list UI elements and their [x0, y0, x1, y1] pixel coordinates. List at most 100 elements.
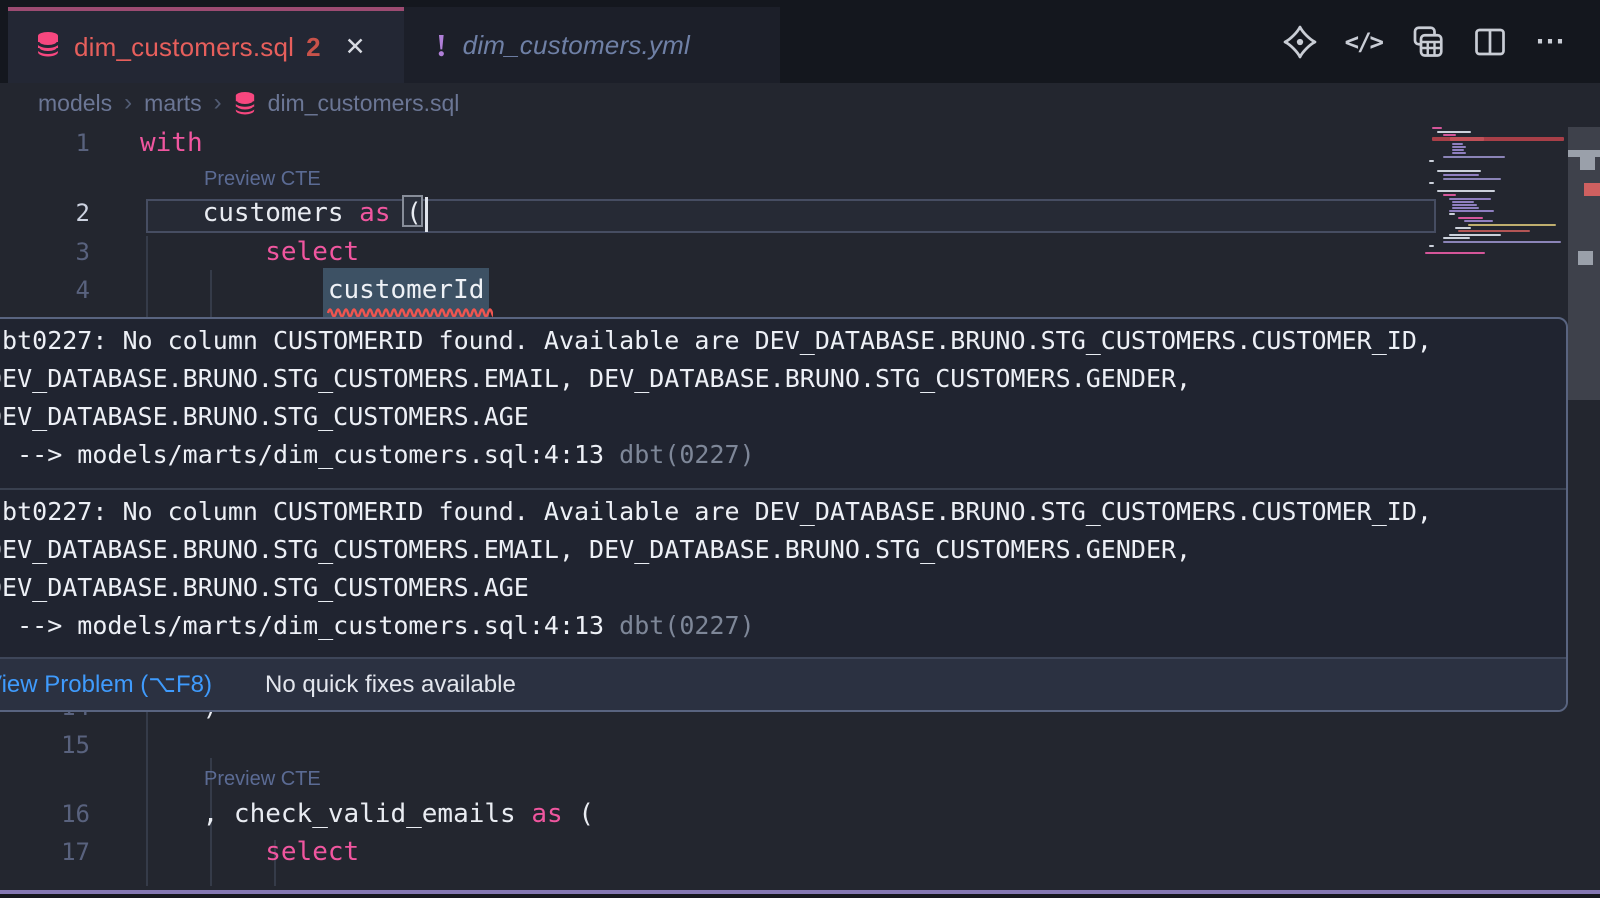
query-results-icon[interactable]	[1409, 24, 1445, 60]
diagnostic-message-line: dbt0227: No column CUSTOMERID found. Ava…	[0, 493, 1432, 531]
dbt-icon[interactable]	[1282, 24, 1318, 60]
minimap-code-line	[1429, 182, 1434, 184]
tab-dim-customers-sql[interactable]: dim_customers.sql 2 ✕	[8, 7, 404, 83]
minimap-error-line	[1450, 137, 1484, 141]
code-text: with	[140, 124, 203, 162]
no-quick-fixes-text: No quick fixes available	[265, 671, 516, 699]
diagnostic-message-line: DEV_DATABASE.BRUNO.STG_CUSTOMERS.EMAIL, …	[0, 360, 1191, 398]
tab-bar: dim_customers.sql 2 ✕ ! dim_customers.ym…	[0, 0, 1600, 83]
error-squiggle	[327, 305, 493, 317]
tab-dim-customers-yml[interactable]: ! dim_customers.yml	[404, 7, 780, 83]
text-cursor	[425, 197, 428, 232]
database-icon	[234, 91, 256, 116]
minimap-code-line	[1443, 194, 1456, 196]
code-text: customers as (	[140, 194, 422, 232]
minimap-code-line	[1443, 174, 1479, 176]
breadcrumb-models[interactable]: models	[38, 90, 112, 117]
minimap-code-line	[1452, 201, 1474, 203]
line-number: 4	[0, 271, 90, 309]
minimap-code-line	[1458, 217, 1483, 219]
line-number: 3	[0, 233, 90, 271]
minimap-code-line	[1452, 146, 1466, 148]
code-text: select	[140, 833, 359, 871]
minimap-code-line	[1443, 178, 1501, 180]
tab-problem-badge: 2	[306, 32, 320, 63]
code-line-15[interactable]: 15	[0, 726, 1560, 764]
overview-error-mark	[1584, 183, 1600, 196]
warning-icon: !	[436, 27, 447, 64]
minimap-code-line	[1452, 207, 1479, 209]
error-token-customerid: customerId	[328, 275, 485, 305]
codelens-preview-cte[interactable]: Preview CTE	[204, 768, 321, 791]
breadcrumb-marts[interactable]: marts	[144, 90, 202, 117]
minimap-code-line	[1449, 210, 1494, 212]
code-line-16[interactable]: 16 , check_valid_emails as (	[0, 795, 1560, 833]
breadcrumb-file[interactable]: dim_customers.sql	[268, 90, 460, 117]
overview-cursor-mark	[1568, 150, 1600, 157]
minimap-code-line	[1452, 152, 1466, 154]
minimap-code-line	[1452, 204, 1477, 206]
minimap-code-line	[1468, 224, 1556, 226]
code-line-17[interactable]: 17 select	[0, 833, 1560, 871]
popup-status-bar: View Problem (⌥F8) No quick fixes availa…	[0, 657, 1568, 710]
diagnostic-message-line: DEV_DATABASE.BRUNO.STG_CUSTOMERS.AGE	[0, 569, 529, 607]
minimap-code-line	[1458, 230, 1530, 232]
minimap-code-line	[1443, 241, 1561, 243]
view-problem-link[interactable]: View Problem (⌥F8)	[0, 670, 212, 699]
codelens-preview-cte[interactable]: Preview CTE	[204, 168, 321, 191]
code-text: customerId	[140, 271, 484, 309]
minimap-code-line	[1432, 127, 1442, 129]
line-number: 16	[0, 795, 90, 833]
minimap-code-line	[1449, 234, 1501, 236]
chevron-right-icon: ›	[214, 89, 222, 117]
minimap-code-line	[1452, 149, 1464, 151]
minimap-code-line	[1455, 227, 1471, 229]
panel-edge	[0, 894, 1600, 898]
code-text: select	[140, 233, 359, 271]
line-number: 17	[0, 833, 90, 871]
diagnostic-message-line: dbt0227: No column CUSTOMERID found. Ava…	[0, 322, 1432, 360]
split-editor-icon[interactable]	[1472, 24, 1508, 60]
database-icon	[36, 31, 60, 63]
editor-actions: </> ⋯	[1282, 0, 1566, 83]
code-line-2[interactable]: 2 customers as (	[0, 194, 1560, 232]
minimap-code-line	[1443, 156, 1505, 158]
diagnostic-source-code: dbt(0227)	[604, 611, 755, 640]
more-actions-icon[interactable]: ⋯	[1535, 24, 1566, 59]
minimap-code-line	[1464, 220, 1493, 222]
overview-cursor-mark	[1578, 251, 1593, 265]
minimap-code-line	[1437, 131, 1471, 133]
line-number: 2	[0, 194, 90, 232]
diagnostic-location: --> models/marts/dim_customers.sql:4:13 …	[0, 436, 755, 474]
tab-label: dim_customers.sql	[74, 32, 294, 63]
minimap-code-line	[1429, 160, 1434, 162]
diagnostics-hover-popup: dbt0227: No column CUSTOMERID found. Ava…	[0, 317, 1568, 712]
divider	[0, 488, 1568, 490]
code-line-1[interactable]: 1 with	[0, 124, 1560, 162]
breadcrumb: models › marts › dim_customers.sql	[38, 83, 459, 123]
overview-cursor-mark	[1580, 157, 1595, 170]
minimap-code-line	[1449, 198, 1491, 200]
minimap-code-line	[1452, 143, 1463, 145]
chevron-right-icon: ›	[124, 89, 132, 117]
line-number: 1	[0, 124, 90, 162]
tab-label: dim_customers.yml	[463, 30, 690, 61]
code-text: , check_valid_emails as (	[140, 795, 594, 833]
diagnostic-location: --> models/marts/dim_customers.sql:4:13 …	[0, 607, 755, 645]
minimap-code-line	[1437, 190, 1495, 192]
code-line-3[interactable]: 3 select	[0, 233, 1560, 271]
minimap-code-line	[1443, 134, 1456, 136]
minimap-code-line	[1443, 237, 1470, 239]
open-compiled-code-icon[interactable]: </>	[1345, 28, 1382, 56]
editor-window: dim_customers.sql 2 ✕ ! dim_customers.ym…	[0, 0, 1600, 898]
diagnostic-message-line: DEV_DATABASE.BRUNO.STG_CUSTOMERS.AGE	[0, 398, 529, 436]
code-line-4[interactable]: 4 customerId	[0, 271, 1560, 309]
minimap-code-line	[1437, 170, 1481, 172]
minimap-code-line	[1425, 252, 1485, 254]
close-icon[interactable]: ✕	[345, 32, 366, 62]
minimap-code-line	[1449, 213, 1455, 215]
diagnostic-message-line: DEV_DATABASE.BRUNO.STG_CUSTOMERS.EMAIL, …	[0, 531, 1191, 569]
minimap-code-line	[1429, 245, 1434, 247]
diagnostic-source-code: dbt(0227)	[604, 440, 755, 469]
line-number: 15	[0, 726, 90, 764]
